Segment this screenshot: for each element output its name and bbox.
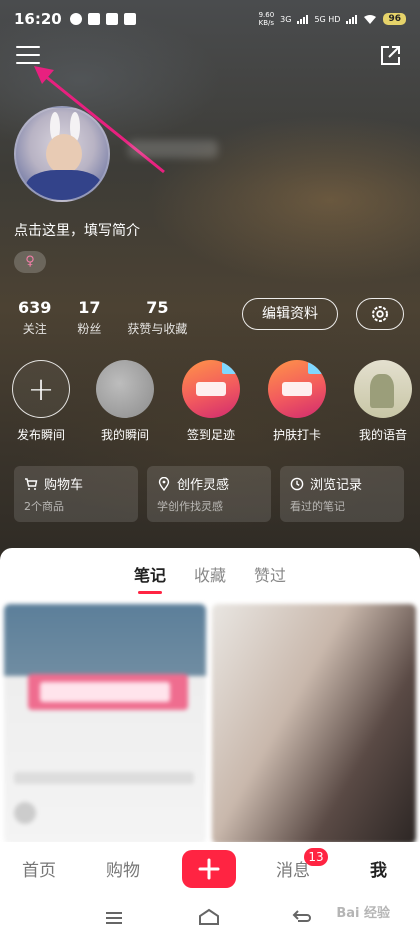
nav-me[interactable]: 我 [370,856,387,881]
stat-likes-collects[interactable]: 75 获赞与收藏 [127,298,187,337]
publish-button[interactable] [182,850,236,888]
menu-icon-line [16,62,40,64]
nav-home[interactable]: 首页 [22,856,56,881]
cart-card[interactable]: 购物车 2个商品 [14,466,138,522]
back-icon[interactable] [292,908,312,926]
inspiration-card[interactable]: 创作灵感 学创作找灵感 [147,466,271,522]
gear-icon [372,306,388,322]
gender-badge: ♀ [14,251,46,273]
recent-apps-icon[interactable] [104,910,124,926]
moment-checkin[interactable]: 签到足迹 [178,360,244,443]
messages-badge: 13 [304,848,328,866]
signal-5g-label: 5G HD [314,14,341,24]
avatar[interactable] [14,106,110,202]
moment-skincare[interactable]: 护肤打卡 [264,360,330,443]
menu-button[interactable] [16,46,40,66]
clock-icon [290,477,304,490]
network-speed: 9.60 KB/s [258,11,275,27]
settings-button[interactable] [356,298,404,330]
home-icon[interactable] [198,908,220,926]
moment-voice[interactable]: 我的语音 [350,360,416,443]
plus-icon [198,858,220,880]
edit-profile-button[interactable]: 编辑资料 [242,298,338,330]
moment-thumbnail [268,360,326,418]
wifi-icon [364,14,377,24]
stat-following[interactable]: 639 关注 [18,298,51,337]
bottom-navigation: 首页 购物 消息 13 我 [0,842,420,896]
history-card[interactable]: 浏览记录 看过的笔记 [280,466,404,522]
calendar-notification-icon [123,13,136,25]
tab-collections[interactable]: 收藏 [194,562,226,594]
menu-icon-line [16,54,40,56]
location-pin-icon [158,476,170,491]
status-time: 16:20 [14,10,62,28]
tab-liked[interactable]: 赞过 [254,562,286,594]
note-card[interactable] [212,604,416,844]
content-tabs: 笔记 收藏 赞过 [0,562,420,594]
cart-icon [25,477,38,490]
share-icon[interactable] [378,44,402,68]
app-notification-icon-2 [105,13,118,25]
nickname-blurred [128,140,218,158]
moment-thumbnail [182,360,240,418]
moments-row: + 发布瞬间 我的瞬间 签到足迹 护肤打卡 我的语音 [0,360,420,450]
tab-notes[interactable]: 笔记 [134,562,166,594]
signal-3g-label: 3G [280,14,292,24]
app-notification-icon [87,13,100,25]
battery-indicator: 96 [383,13,406,25]
signal-bars-icon-2 [346,14,358,24]
stat-followers[interactable]: 17 粉丝 [77,298,101,337]
moment-thumbnail [96,360,154,418]
signal-bars-icon [297,14,309,24]
moment-thumbnail [354,360,412,418]
note-card[interactable] [4,604,206,844]
stats-row: 639 关注 17 粉丝 75 获赞与收藏 [18,298,187,337]
settings-notification-icon [69,13,82,25]
bio-text[interactable]: 点击这里，填写简介 [14,220,140,240]
nav-shop[interactable]: 购物 [106,856,140,881]
watermark: Bai 经验 [336,906,390,921]
moment-my-moments[interactable]: 我的瞬间 [92,360,158,443]
menu-icon-line [16,46,40,48]
moment-publish[interactable]: + 发布瞬间 [8,360,74,443]
status-bar: 16:20 9.60 KB/s 3G 5G HD 96 [0,0,420,38]
plus-icon: + [12,360,70,418]
